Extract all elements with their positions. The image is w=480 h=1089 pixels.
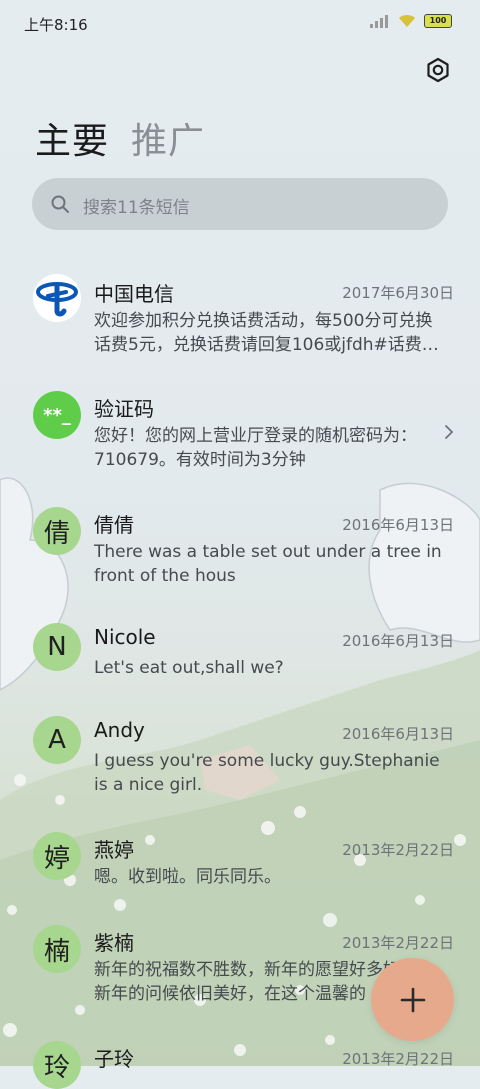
conversation-item[interactable]: 中国电信 2017年6月30日 欢迎参加积分兑换话费活动，每500分可兑换话费5… [0,272,480,382]
message-date: 2013年2月22日 [342,934,454,952]
tab-primary[interactable]: 主要 [35,112,109,164]
contact-name: Andy [94,718,145,742]
conversation-item[interactable]: 倩 倩倩 2016年6月13日 There was a table set ou… [0,506,480,616]
tab-promotions[interactable]: 推广 [131,112,205,164]
plus-icon [400,987,425,1012]
contact-name: 验证码 [94,397,154,421]
chevron-right-icon[interactable] [444,424,454,440]
contact-name: 倩倩 [94,513,134,537]
message-date: 2016年6月13日 [342,516,454,534]
contact-name: 燕婷 [94,838,134,862]
wifi-icon [399,15,415,27]
avatar: 楠 [33,925,81,973]
battery-icon: 100 [424,13,452,28]
settings-gear-icon[interactable] [424,56,452,84]
contact-name: 紫楠 [94,931,134,955]
conversation-item[interactable]: 玲 子玲 2013年2月22日 [0,1040,480,1089]
tab-bar: 主要 推广 [35,112,205,164]
contact-name: Nicole [94,625,156,649]
message-date: 2017年6月30日 [342,284,454,302]
avatar: A [33,716,81,764]
conversation-item[interactable]: **_ 验证码 您好！您的网上营业厅登录的随机密码为：710679。有效时间为3… [0,390,480,500]
message-date: 2016年6月13日 [342,725,454,743]
conversation-item[interactable]: A Andy 2016年6月13日 I guess you're some lu… [0,715,480,825]
avatar: **_ [33,391,81,439]
message-preview: 您好！您的网上营业厅登录的随机密码为：710679。有效时间为3分钟 [94,426,417,470]
status-time: 上午8:16 [24,16,88,34]
avatar: 婷 [33,832,81,880]
signal-icon [370,14,388,28]
contact-name: 子玲 [94,1047,134,1071]
avatar: 倩 [33,507,81,555]
message-preview: There was a table set out under a tree i… [94,542,442,586]
conversation-item[interactable]: N Nicole 2016年6月13日 Let's eat out,shall … [0,622,480,702]
conversation-item[interactable]: 婷 燕婷 2013年2月22日 嗯。收到啦。同乐同乐。 [0,831,480,911]
message-preview: 嗯。收到啦。同乐同乐。 [94,867,281,887]
search-bar[interactable]: 搜索11条短信 [32,178,448,230]
message-date: 2016年6月13日 [342,632,454,650]
new-message-button[interactable] [371,958,454,1041]
search-placeholder: 搜索11条短信 [83,198,190,218]
message-date: 2013年2月22日 [342,841,454,859]
status-bar: 上午8:16 100 [0,0,480,44]
status-icons: 100 [370,13,452,28]
contact-name: 中国电信 [94,282,174,306]
avatar: N [33,623,81,671]
telecom-logo-icon [36,282,78,317]
message-preview: 欢迎参加积分兑换话费活动，每500分可兑换话费5元，兑换话费请回复106或jfd… [94,311,439,355]
message-preview: I guess you're some lucky guy.Stephanie … [94,751,440,795]
search-icon [51,195,69,213]
avatar [33,274,81,322]
message-preview: Let's eat out,shall we? [94,658,284,678]
avatar: 玲 [33,1041,81,1089]
